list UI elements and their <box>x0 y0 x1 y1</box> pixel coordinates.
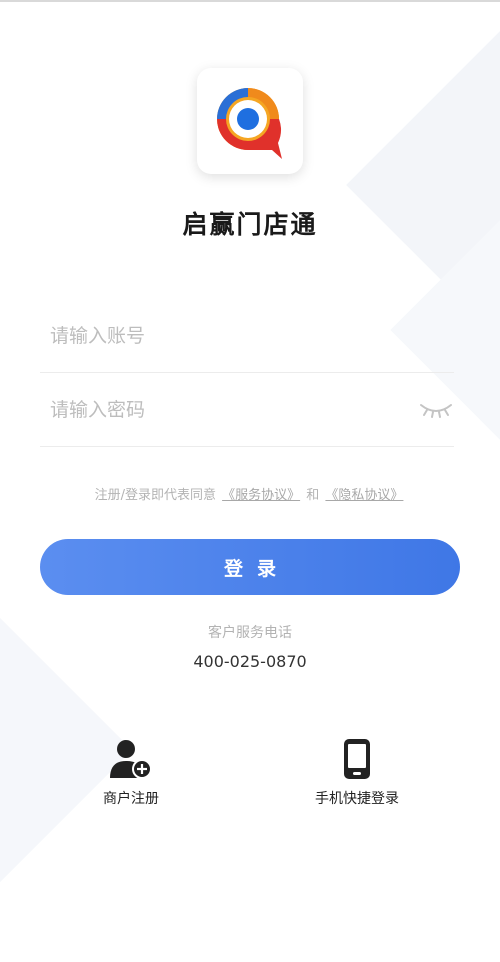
password-field <box>40 374 454 447</box>
privacy-agreement-link[interactable]: 《隐私协议》 <box>323 488 405 503</box>
service-agreement-link[interactable]: 《服务协议》 <box>220 488 302 503</box>
agreement-and: 和 <box>306 488 320 503</box>
agreement-text: 注册/登录即代表同意 《服务协议》 和 《隐私协议》 <box>0 484 500 503</box>
merchant-register-button[interactable]: 商户注册 <box>61 738 201 808</box>
top-divider <box>0 0 500 2</box>
agreement-prefix: 注册/登录即代表同意 <box>94 488 216 503</box>
app-logo-icon <box>217 88 282 159</box>
app-title: 启赢门店通 <box>182 210 318 239</box>
customer-service-label: 客户服务电话 <box>208 625 292 641</box>
login-button[interactable]: 登录 <box>40 539 460 595</box>
phone-quick-login-button[interactable]: 手机快捷登录 <box>287 738 427 808</box>
password-input[interactable] <box>48 392 412 428</box>
mobile-phone-icon <box>344 739 370 779</box>
phone-quick-login-label: 手机快捷登录 <box>315 791 399 807</box>
app-logo <box>197 68 303 174</box>
account-field <box>40 300 454 373</box>
customer-service-phone[interactable]: 400-025-0870 <box>0 652 500 671</box>
account-input[interactable] <box>48 318 412 354</box>
merchant-register-label: 商户注册 <box>103 791 159 807</box>
eye-closed-icon[interactable] <box>418 400 454 420</box>
user-add-icon <box>110 740 152 779</box>
